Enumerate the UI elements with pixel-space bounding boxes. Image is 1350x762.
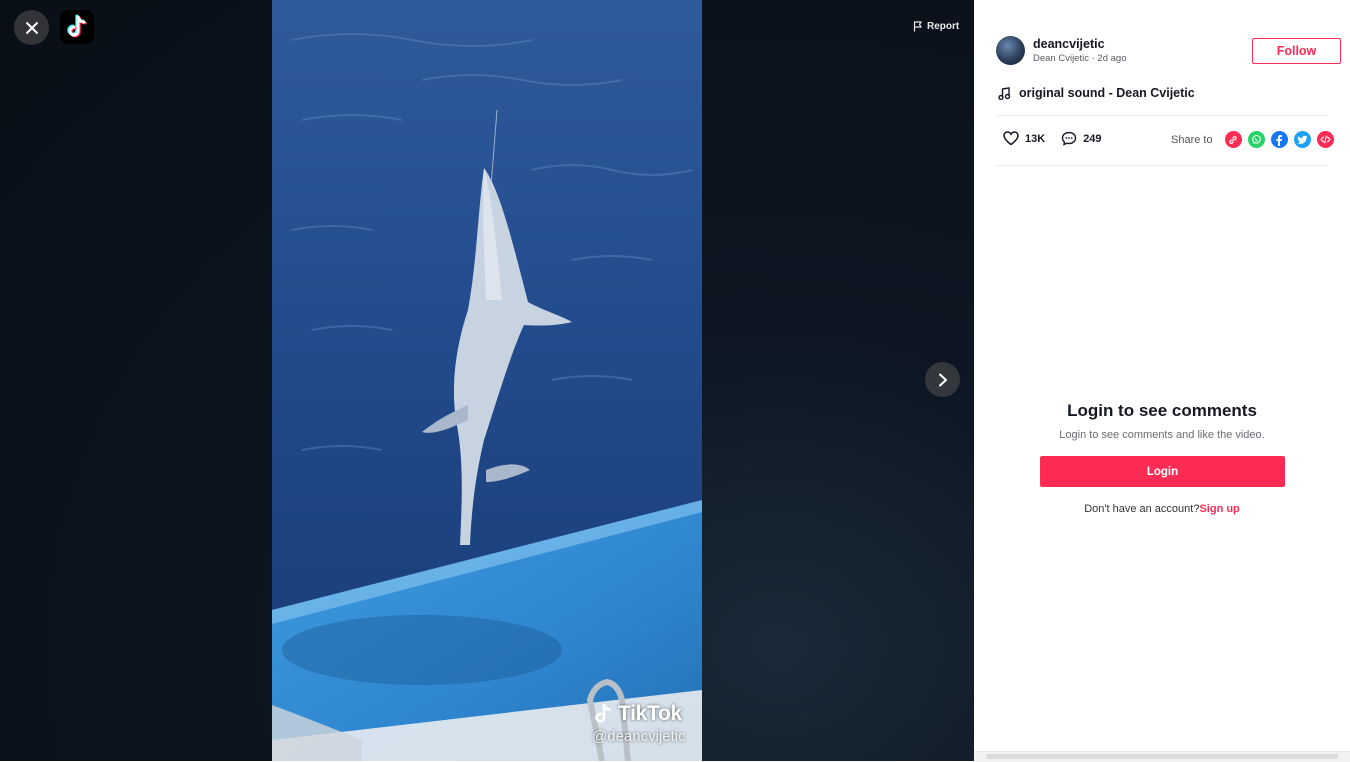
signup-link[interactable]: Sign up (1199, 503, 1239, 515)
next-video-button[interactable] (925, 362, 960, 397)
signup-text: Don't have an account? (1084, 503, 1200, 515)
follow-button[interactable]: Follow (1252, 38, 1341, 64)
chevron-right-icon (938, 373, 947, 386)
divider (996, 115, 1328, 116)
watermark-handle: @deancvijetic (592, 728, 686, 745)
link-icon (1229, 135, 1237, 144)
embed-button[interactable] (1316, 131, 1334, 148)
report-label: Report (927, 20, 960, 32)
tiktok-logo[interactable] (60, 10, 94, 44)
video-frame[interactable]: TikTok @deancvijetic (272, 0, 702, 761)
share-twitter-button[interactable] (1293, 131, 1311, 148)
share-facebook-button[interactable] (1270, 131, 1288, 148)
login-title: Login to see comments (1067, 401, 1257, 420)
music-note-icon (998, 86, 1011, 100)
sound-title: original sound - Dean Cvijetic (1019, 86, 1195, 100)
author-display-name: Dean Cvijetic (1033, 53, 1089, 64)
video-watermark: TikTok @deancvijetic (592, 702, 702, 745)
share-label: Share to (1171, 133, 1213, 146)
video-content (272, 0, 702, 761)
tiktok-watermark-icon (595, 703, 611, 723)
flag-icon (913, 20, 923, 31)
comment-button[interactable]: 249 (1061, 131, 1102, 146)
tiktok-logo-icon (67, 14, 87, 38)
login-subtitle: Login to see comments and like the video… (1059, 429, 1265, 441)
comment-count: 249 (1083, 132, 1102, 145)
comment-icon (1061, 131, 1077, 146)
copy-link-button[interactable] (1224, 131, 1242, 148)
divider (996, 165, 1328, 166)
video-player: TikTok @deancvijetic Report (0, 0, 974, 761)
embed-icon (1320, 135, 1331, 144)
sound-link[interactable]: original sound - Dean Cvijetic (998, 86, 1195, 100)
close-button[interactable] (14, 10, 49, 45)
close-icon (25, 21, 38, 34)
login-prompt: Login to see comments Login to see comme… (974, 401, 1350, 441)
horizontal-scrollbar[interactable] (974, 751, 1350, 762)
report-button[interactable]: Report (913, 19, 959, 33)
like-count: 13K (1025, 132, 1046, 145)
scrollbar-thumb[interactable] (986, 754, 1338, 759)
author-username[interactable]: deancvijetic (1033, 37, 1126, 51)
post-time: 2d ago (1097, 53, 1127, 64)
details-panel: deancvijetic Dean Cvijetic · 2d ago Foll… (974, 0, 1350, 762)
author-meta: Dean Cvijetic · 2d ago (1033, 53, 1126, 64)
login-button[interactable]: Login (1040, 456, 1285, 487)
signup-prompt: Don't have an account?Sign up (974, 503, 1350, 515)
heart-icon (1003, 131, 1019, 146)
facebook-icon (1276, 134, 1283, 146)
watermark-brand: TikTok (618, 702, 682, 725)
like-button[interactable]: 13K (1003, 131, 1045, 146)
share-bar: Share to (1171, 131, 1334, 148)
whatsapp-icon (1251, 134, 1261, 144)
engagement-stats: 13K 249 (1003, 131, 1118, 146)
twitter-icon (1296, 135, 1308, 144)
avatar[interactable] (996, 36, 1025, 65)
share-whatsapp-button[interactable] (1247, 131, 1265, 148)
author-info[interactable]: deancvijetic Dean Cvijetic · 2d ago (996, 36, 1126, 65)
